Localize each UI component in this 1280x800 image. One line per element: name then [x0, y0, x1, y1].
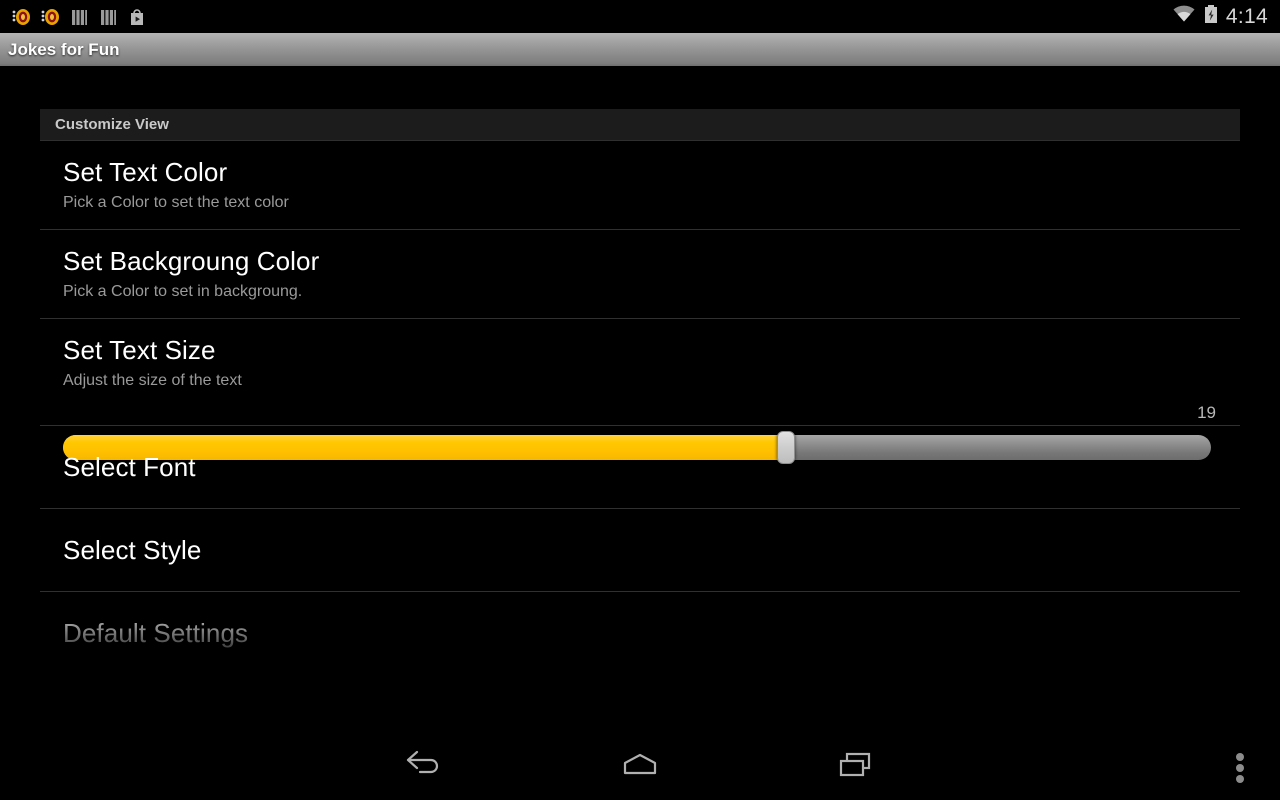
- preference-summary: Pick a Color to set the text color: [63, 194, 289, 211]
- section-header-customize-view: Customize View: [40, 109, 1240, 141]
- preference-screen: Customize View Set Text Color Pick a Col…: [0, 66, 1280, 735]
- status-right-cluster: 4:14: [1172, 3, 1280, 30]
- overflow-menu-icon: [1236, 750, 1244, 786]
- preference-item-default-settings[interactable]: Default Settings: [40, 592, 1240, 674]
- bars-icon: [97, 6, 119, 28]
- recents-button[interactable]: [792, 735, 922, 800]
- play-store-icon: [126, 6, 148, 28]
- section-header-label: Customize View: [55, 116, 169, 133]
- preference-item-select-style[interactable]: Select Style: [40, 509, 1240, 592]
- preference-item-select-font[interactable]: Select Font: [40, 426, 1240, 509]
- preference-item-set-text-color[interactable]: Set Text Color Pick a Color to set the t…: [40, 141, 1240, 230]
- navigation-bar: [0, 735, 1280, 800]
- overflow-menu-button[interactable]: [1210, 735, 1270, 800]
- joke-mask-icon: [10, 6, 32, 28]
- back-button[interactable]: [358, 735, 488, 800]
- recents-icon: [834, 748, 880, 787]
- action-bar: Jokes for Fun: [0, 33, 1280, 66]
- app-title: Jokes for Fun: [8, 39, 120, 59]
- preference-title: Set Text Size: [63, 335, 216, 365]
- notification-icons: [0, 6, 148, 28]
- preference-title: Set Backgroung Color: [63, 246, 320, 276]
- preference-summary: Adjust the size of the text: [63, 372, 242, 389]
- preference-title: Set Text Color: [63, 157, 228, 187]
- preference-summary: Pick a Color to set in backgroung.: [63, 283, 303, 300]
- text-size-value: 19: [1197, 403, 1216, 422]
- joke-mask-icon: [39, 6, 61, 28]
- home-icon: [616, 748, 664, 787]
- text-size-slider-row: 19: [40, 403, 1240, 464]
- status-bar: 4:14: [0, 0, 1280, 33]
- preference-title: Select Style: [63, 535, 202, 565]
- preference-item-set-text-size[interactable]: Set Text Size Adjust the size of the tex…: [40, 319, 1240, 407]
- preference-list: Customize View Set Text Color Pick a Col…: [40, 109, 1240, 674]
- wifi-icon: [1172, 3, 1196, 30]
- status-clock: 4:14: [1225, 4, 1268, 28]
- preference-title: Default Settings: [63, 618, 249, 648]
- battery-charging-icon: [1203, 3, 1219, 30]
- bars-icon: [68, 6, 90, 28]
- home-button[interactable]: [575, 735, 705, 800]
- preference-title: Select Font: [63, 452, 196, 482]
- back-icon: [401, 748, 445, 787]
- preference-item-set-background-color[interactable]: Set Backgroung Color Pick a Color to set…: [40, 230, 1240, 319]
